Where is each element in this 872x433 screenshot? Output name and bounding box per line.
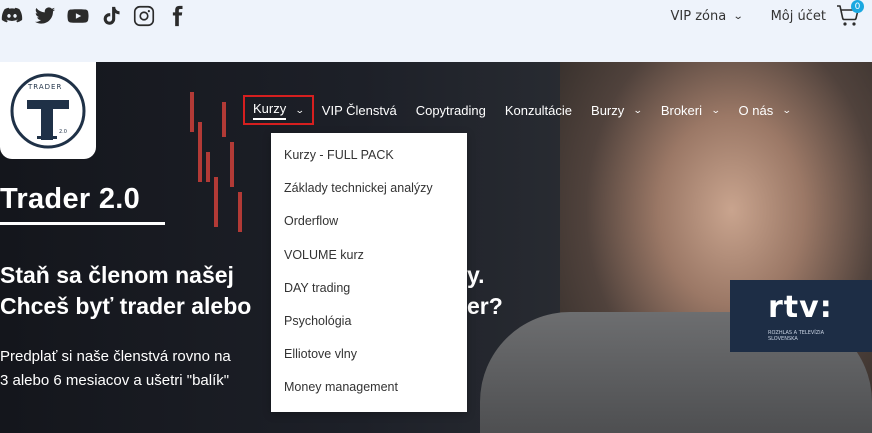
dropdown-item-money-management[interactable]: Money management (271, 371, 467, 404)
instagram-icon[interactable] (132, 4, 156, 28)
chevron-down-icon: ⌄ (633, 104, 643, 115)
nav-item-kurzy[interactable]: Kurzy ⌄ (243, 95, 314, 125)
dropdown-item-day-trading[interactable]: DAY trading (271, 272, 467, 305)
my-account-link[interactable]: Môj účet (771, 9, 826, 24)
hero-description: Predplať si naše členstvá rovno na 3 ale… (0, 345, 231, 393)
chevron-down-icon: ⌄ (782, 104, 792, 115)
nav-item-label: Konzultácie (504, 102, 573, 118)
dropdown-item-orderflow[interactable]: Orderflow (271, 205, 467, 238)
nav-item-label: VIP Členstvá (321, 102, 397, 118)
nav-item-label: Kurzy (253, 101, 287, 120)
dropdown-item-elliotove-vlny[interactable]: Elliotove vlny (271, 338, 467, 371)
main-nav: Kurzy ⌄ VIP Členstvá Copytrading Konzult… (243, 95, 810, 125)
nav-item-label: Burzy (591, 102, 625, 118)
tv-logo-text: rtv: (768, 290, 833, 325)
facebook-icon[interactable] (165, 4, 189, 28)
tv-logo: rtv: ROZHLAS A TELEVÍZIA SLOVENSKA (730, 280, 872, 352)
nav-item-konzultacie[interactable]: Konzultácie (505, 103, 572, 118)
site-logo[interactable] (0, 62, 96, 159)
nav-item-o-nas[interactable]: O nás ⌄ (738, 102, 792, 118)
discord-icon[interactable] (0, 4, 24, 28)
cart-button[interactable]: 0 (836, 0, 864, 28)
logo-version: 2.0 (59, 129, 67, 135)
hero-description-line1: Predplať si naše členstvá rovno na (0, 348, 231, 365)
nav-item-label: Brokeri (660, 102, 702, 118)
trader-logo-icon (10, 73, 86, 148)
dropdown-item-volume[interactable]: VOLUME kurz (271, 239, 467, 272)
nav-item-copytrading[interactable]: Copytrading (416, 103, 486, 118)
tv-logo-sub: ROZHLAS A TELEVÍZIA SLOVENSKA (768, 330, 825, 342)
kurzy-dropdown-menu: Kurzy - FULL PACK Základy technickej ana… (271, 133, 467, 412)
chevron-down-icon: ⌄ (295, 104, 305, 115)
tiktok-icon[interactable] (99, 4, 123, 28)
chevron-down-icon: ⌄ (710, 104, 721, 115)
nav-item-burzy[interactable]: Burzy ⌄ (591, 102, 643, 118)
logo-text: TRADER (28, 83, 63, 91)
hero-description-line2: 3 alebo 6 mesiacov a ušetri "balík" (0, 372, 230, 389)
hero-title: Trader 2.0 (0, 183, 141, 215)
chevron-down-icon: ⌄ (732, 10, 744, 22)
cart-count-badge: 0 (851, 0, 864, 13)
hero-subtitle-line2-tail: er? (467, 293, 503, 319)
nav-item-brokeri[interactable]: Brokeri ⌄ (660, 102, 721, 118)
account-area: VIP zóna ⌄ Môj účet 0 (670, 0, 872, 28)
dropdown-item-zaklady[interactable]: Základy technickej analýzy (271, 172, 467, 205)
youtube-icon[interactable] (66, 4, 90, 28)
hero-title-underline (0, 222, 165, 225)
dropdown-item-full-pack[interactable]: Kurzy - FULL PACK (271, 139, 467, 172)
twitter-icon[interactable] (33, 4, 57, 28)
social-links (0, 4, 189, 28)
dropdown-item-psychologia[interactable]: Psychológia (271, 305, 467, 338)
hero-subtitle-line1-tail: y. (467, 262, 485, 288)
nav-item-vip-clenstva[interactable]: VIP Členstvá (322, 103, 397, 118)
top-bar: VIP zóna ⌄ Môj účet 0 (0, 0, 872, 62)
nav-item-label: Copytrading (415, 102, 486, 118)
vip-zona-label: VIP zóna (670, 8, 727, 24)
nav-item-label: O nás (738, 102, 774, 118)
vip-zona-menu[interactable]: VIP zóna ⌄ (670, 8, 744, 24)
